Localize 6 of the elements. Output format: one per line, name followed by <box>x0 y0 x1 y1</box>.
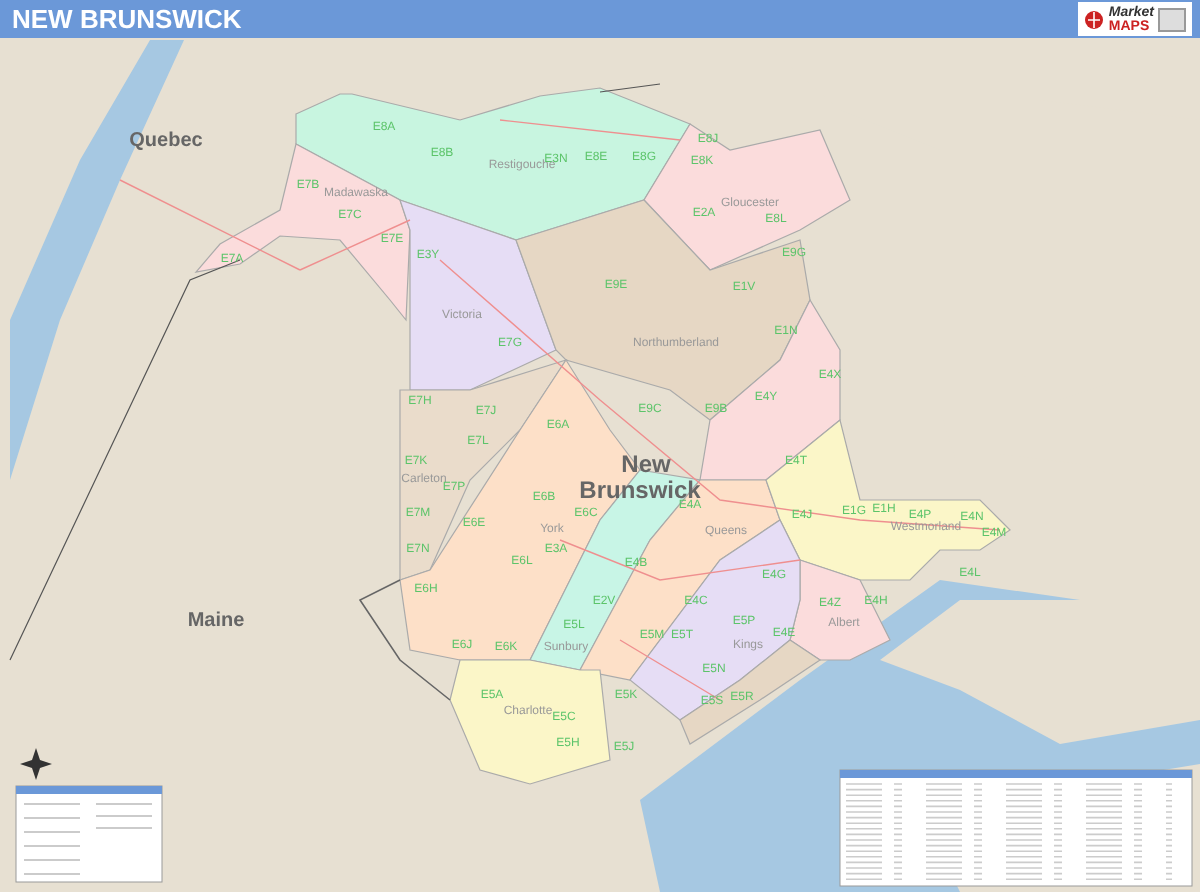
region-label: Quebec <box>129 132 203 152</box>
compass-rose-icon <box>20 748 52 780</box>
map-title: NEW BRUNSWICK <box>12 4 242 34</box>
province-label: New <box>621 452 671 476</box>
province-label: Brunswick <box>579 478 701 502</box>
region-label: Maine <box>187 612 245 632</box>
